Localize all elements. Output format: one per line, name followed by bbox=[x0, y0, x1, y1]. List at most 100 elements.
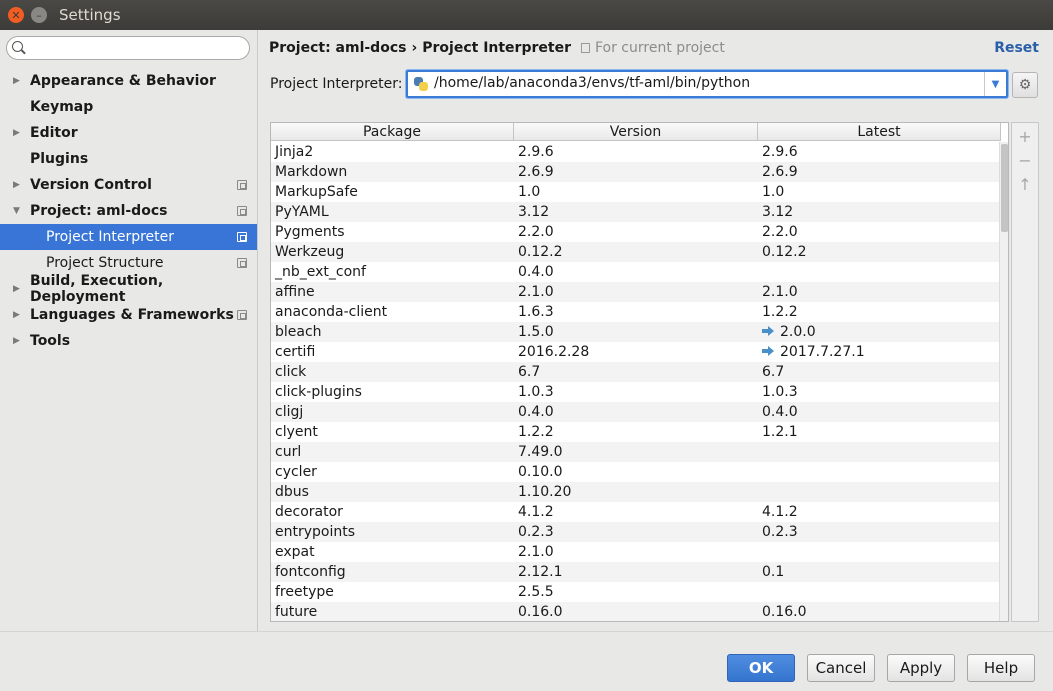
package-name-cell: certifi bbox=[275, 344, 316, 360]
package-name-cell: entrypoints bbox=[275, 524, 356, 540]
column-header-latest[interactable]: Latest bbox=[758, 123, 1001, 141]
apply-button[interactable]: Apply bbox=[887, 654, 955, 682]
table-row[interactable]: entrypoints 0.2.3 0.2.3 bbox=[271, 522, 1001, 542]
package-name-cell: bleach bbox=[275, 324, 322, 340]
table-row[interactable]: curl 7.49.0 bbox=[271, 442, 1001, 462]
package-version-cell: 1.5.0 bbox=[518, 324, 554, 340]
latest-version-text: 6.7 bbox=[762, 364, 785, 380]
minimize-icon[interactable]: – bbox=[31, 7, 47, 23]
table-row[interactable]: fontconfig 2.12.1 0.1 bbox=[271, 562, 1001, 582]
reset-link[interactable]: Reset bbox=[994, 40, 1039, 56]
table-row[interactable]: Markdown 2.6.9 2.6.9 bbox=[271, 162, 1001, 182]
sidebar-item-editor[interactable]: ▶ Editor bbox=[0, 120, 257, 146]
table-row[interactable]: decorator 4.1.2 4.1.2 bbox=[271, 502, 1001, 522]
package-name-cell: fontconfig bbox=[275, 564, 346, 580]
search-input[interactable] bbox=[27, 39, 245, 57]
project-scope-icon bbox=[237, 310, 247, 320]
package-toolbar: + − ↑ bbox=[1011, 122, 1039, 622]
package-version-cell: 2.9.6 bbox=[518, 144, 554, 160]
package-version-cell: 2.1.0 bbox=[518, 544, 554, 560]
table-row[interactable]: anaconda-client 1.6.3 1.2.2 bbox=[271, 302, 1001, 322]
sidebar-item-appearance-behavior[interactable]: ▶ Appearance & Behavior bbox=[0, 68, 257, 94]
table-row[interactable]: cycler 0.10.0 bbox=[271, 462, 1001, 482]
expand-arrow-icon[interactable]: ▶ bbox=[13, 76, 23, 86]
ok-button[interactable]: OK bbox=[727, 654, 795, 682]
table-row[interactable]: Jinja2 2.9.6 2.9.6 bbox=[271, 142, 1001, 162]
table-row[interactable]: PyYAML 3.12 3.12 bbox=[271, 202, 1001, 222]
help-button[interactable]: Help bbox=[967, 654, 1035, 682]
expand-arrow-icon[interactable]: ▶ bbox=[13, 336, 23, 346]
package-latest-cell: 2.9.6 bbox=[758, 142, 1001, 162]
dialog-button-bar: OK Cancel Apply Help bbox=[0, 631, 1053, 691]
table-row[interactable]: clyent 1.2.2 1.2.1 bbox=[271, 422, 1001, 442]
breadcrumb-separator: › bbox=[411, 40, 418, 56]
sidebar-item-label: Project Structure bbox=[46, 255, 164, 271]
sidebar-item-project-interpreter[interactable]: Project Interpreter bbox=[0, 224, 257, 250]
remove-package-button[interactable]: − bbox=[1012, 149, 1038, 173]
upgrade-package-button[interactable]: ↑ bbox=[1012, 173, 1038, 197]
sidebar-item-label: Appearance & Behavior bbox=[30, 73, 216, 89]
table-row[interactable]: Werkzeug 0.12.2 0.12.2 bbox=[271, 242, 1001, 262]
expand-arrow-icon[interactable]: ▶ bbox=[13, 284, 23, 294]
latest-version-text: 2.2.0 bbox=[762, 224, 798, 240]
chevron-down-icon[interactable]: ▼ bbox=[984, 72, 1006, 96]
column-header-version[interactable]: Version bbox=[514, 123, 758, 141]
package-latest-cell: 2.0.0 bbox=[758, 322, 1001, 342]
interpreter-settings-button[interactable]: ⚙ bbox=[1012, 72, 1038, 98]
package-name-cell: _nb_ext_conf bbox=[275, 264, 366, 280]
table-row[interactable]: MarkupSafe 1.0 1.0 bbox=[271, 182, 1001, 202]
search-box[interactable] bbox=[6, 36, 250, 60]
table-row[interactable]: freetype 2.5.5 bbox=[271, 582, 1001, 602]
package-name-cell: freetype bbox=[275, 584, 334, 600]
table-row[interactable]: future 0.16.0 0.16.0 bbox=[271, 602, 1001, 621]
table-row[interactable]: cligj 0.4.0 0.4.0 bbox=[271, 402, 1001, 422]
add-package-button[interactable]: + bbox=[1012, 125, 1038, 149]
table-row[interactable]: expat 2.1.0 bbox=[271, 542, 1001, 562]
interpreter-label: Project Interpreter: bbox=[270, 76, 403, 92]
sidebar-item-project[interactable]: ▼ Project: aml-docs bbox=[0, 198, 257, 224]
collapse-arrow-icon[interactable]: ▼ bbox=[13, 206, 23, 216]
expand-arrow-icon[interactable]: ▶ bbox=[13, 310, 23, 320]
package-latest-cell bbox=[758, 482, 1001, 502]
vertical-scrollbar[interactable] bbox=[999, 142, 1008, 621]
interpreter-select[interactable]: /home/lab/anaconda3/envs/tf-aml/bin/pyth… bbox=[406, 70, 1008, 98]
cancel-button[interactable]: Cancel bbox=[807, 654, 875, 682]
scrollbar-thumb[interactable] bbox=[1001, 144, 1008, 232]
table-row[interactable]: dbus 1.10.20 bbox=[271, 482, 1001, 502]
table-row[interactable]: certifi 2016.2.28 2017.7.27.1 bbox=[271, 342, 1001, 362]
table-row[interactable]: Pygments 2.2.0 2.2.0 bbox=[271, 222, 1001, 242]
column-header-package[interactable]: Package bbox=[271, 123, 514, 141]
sidebar-item-version-control[interactable]: ▶ Version Control bbox=[0, 172, 257, 198]
package-name-cell: Markdown bbox=[275, 164, 348, 180]
sidebar-item-plugins[interactable]: Plugins bbox=[0, 146, 257, 172]
table-row[interactable]: click-plugins 1.0.3 1.0.3 bbox=[271, 382, 1001, 402]
table-row[interactable]: bleach 1.5.0 2.0.0 bbox=[271, 322, 1001, 342]
expand-arrow-icon[interactable]: ▶ bbox=[13, 128, 23, 138]
sidebar-item-label: Tools bbox=[30, 333, 71, 349]
table-row[interactable]: affine 2.1.0 2.1.0 bbox=[271, 282, 1001, 302]
latest-version-text: 0.1 bbox=[762, 564, 785, 580]
upgrade-available-icon bbox=[762, 346, 774, 356]
package-latest-cell bbox=[758, 442, 1001, 462]
sidebar-item-label: Build, Execution, Deployment bbox=[30, 273, 164, 305]
package-name-cell: clyent bbox=[275, 424, 318, 440]
package-version-cell: 0.12.2 bbox=[518, 244, 563, 260]
sidebar-item-tools[interactable]: ▶ Tools bbox=[0, 328, 257, 354]
sidebar-item-label: Plugins bbox=[30, 151, 89, 167]
package-name-cell: cycler bbox=[275, 464, 317, 480]
scope-hint-text: For current project bbox=[594, 40, 725, 56]
expand-arrow-icon[interactable]: ▶ bbox=[13, 180, 23, 190]
sidebar-item-languages-frameworks[interactable]: ▶ Languages & Frameworks bbox=[0, 302, 257, 328]
sidebar-item-build-execution-deployment[interactable]: ▶ Build, Execution, Deployment bbox=[0, 273, 257, 305]
table-row[interactable]: click 6.7 6.7 bbox=[271, 362, 1001, 382]
settings-sidebar: ▶ Appearance & Behavior Keymap ▶ Editor … bbox=[0, 30, 258, 631]
latest-version-text: 0.2.3 bbox=[762, 524, 798, 540]
table-row[interactable]: _nb_ext_conf 0.4.0 bbox=[271, 262, 1001, 282]
package-version-cell: 0.10.0 bbox=[518, 464, 563, 480]
breadcrumb-page: Project Interpreter bbox=[422, 40, 571, 56]
close-icon[interactable]: ✕ bbox=[8, 7, 24, 23]
latest-version-text: 0.12.2 bbox=[762, 244, 807, 260]
sidebar-item-keymap[interactable]: Keymap bbox=[0, 94, 257, 120]
interpreter-value: /home/lab/anaconda3/envs/tf-aml/bin/pyth… bbox=[434, 75, 751, 91]
sidebar-item-label: Keymap bbox=[30, 99, 94, 115]
